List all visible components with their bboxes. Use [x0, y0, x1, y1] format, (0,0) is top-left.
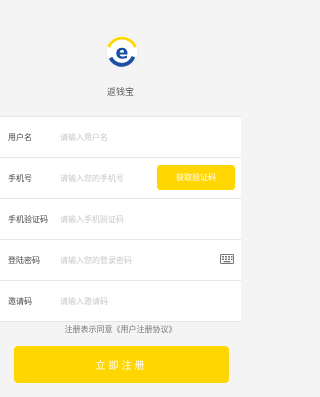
- register-form: 用户名 请输入用户名 手机号 请输入您的手机号 获取验证码 手机验证码 请输入手…: [0, 116, 241, 322]
- password-row: 登陆密码 请输入您的登录密码: [0, 239, 241, 280]
- invite-label: 邀请码: [8, 296, 32, 306]
- svg-text:e: e: [116, 42, 129, 64]
- sms-code-label: 手机验证码: [8, 214, 48, 224]
- password-input[interactable]: 请输入您的登录密码: [60, 255, 241, 266]
- agreement-link[interactable]: 注册表示同意《用户注册协议》: [0, 324, 241, 335]
- username-row: 用户名 请输入用户名: [0, 116, 241, 157]
- password-label: 登陆密码: [8, 255, 40, 265]
- app-name: 返钱宝: [106, 88, 134, 98]
- get-code-button[interactable]: 获取验证码: [157, 165, 235, 190]
- sms-code-row: 手机验证码 请输入手机验证码: [0, 198, 241, 239]
- app-logo: e: [105, 34, 139, 68]
- invite-row: 邀请码 请输入邀请码: [0, 280, 241, 322]
- keyboard-icon[interactable]: [220, 254, 234, 264]
- username-input[interactable]: 请输入用户名: [60, 132, 241, 143]
- username-label: 用户名: [8, 132, 32, 142]
- sms-code-input[interactable]: 请输入手机验证码: [60, 214, 241, 225]
- invite-input[interactable]: 请输入邀请码: [60, 296, 241, 307]
- phone-row: 手机号 请输入您的手机号 获取验证码: [0, 157, 241, 198]
- register-button[interactable]: 立即注册: [14, 346, 229, 383]
- phone-label: 手机号: [8, 173, 32, 183]
- header: e 返钱宝: [0, 0, 241, 116]
